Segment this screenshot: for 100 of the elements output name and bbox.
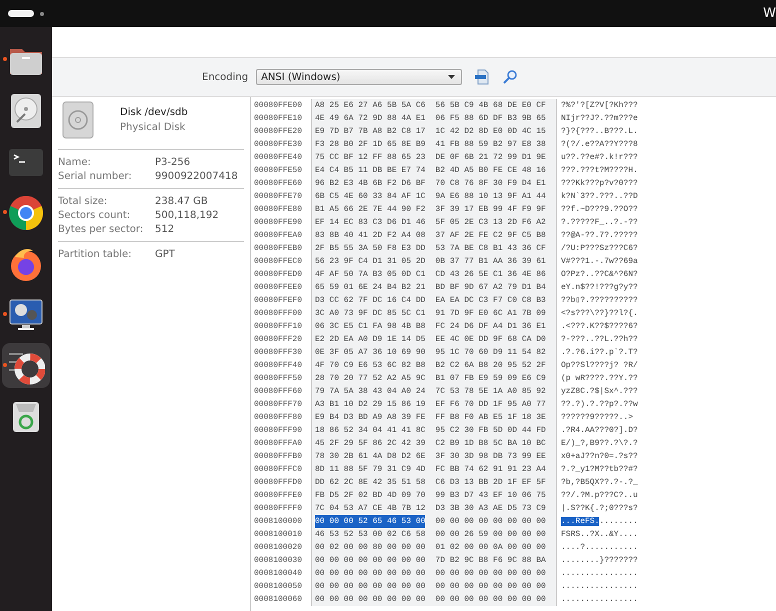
ascii-text[interactable]: (p wR????.??Y.??	[557, 372, 661, 385]
hex-bytes[interactable]: DE 0F 6B 21 72 99 D1 9E	[435, 151, 546, 164]
hex-bytes[interactable]: 56 23 9F C4 D1 31 05 2D	[315, 255, 426, 268]
ascii-text[interactable]: eY.n$??!???g?y??	[557, 281, 661, 294]
hex-bytes[interactable]: A3 B1 10 D2 29 15 86 19	[315, 398, 426, 411]
ascii-text[interactable]: ?.?????F_..?.-??	[557, 216, 661, 229]
round-logo-icon[interactable]	[7, 194, 45, 232]
hex-bytes[interactable]: 00 00 26 59 00 00 00 00	[435, 528, 546, 541]
hex-bytes[interactable]: 45 2F 29 5F 86 2C 42 39	[315, 437, 426, 450]
ascii-text[interactable]: ?.?_y1?M??tb??#?	[557, 463, 661, 476]
ascii-text[interactable]: ??b▯?.??????????	[557, 294, 661, 307]
hex-bytes[interactable]: 95 C2 30 FB 5D 0D 44 FD	[435, 424, 546, 437]
ascii-text[interactable]: yzZ8C.?$|Sx^.???	[557, 385, 661, 398]
hex-bytes[interactable]: 00 00 00 00 00 00 00 00	[435, 515, 546, 528]
ascii-text[interactable]: V#???1.-.7w??69a	[557, 255, 661, 268]
hex-bytes[interactable]: 28 70 20 77 52 A2 A5 9C	[315, 372, 426, 385]
ascii-text[interactable]: E/)_?,B9??.?\?.?	[557, 437, 661, 450]
hex-bytes[interactable]: 53 7A BE C8 B1 43 36 CF	[435, 242, 546, 255]
hex-bytes[interactable]: C6 D3 13 BB 2D 1F EF 5F	[435, 476, 546, 489]
ascii-text[interactable]: ??.?).?.??p?.??w	[557, 398, 661, 411]
ascii-text[interactable]: <?s???\??}??l?{.	[557, 307, 661, 320]
ascii-text[interactable]: O?Pz?..??C&^?6N?	[557, 268, 661, 281]
hex-bytes[interactable]: 4F 70 C9 E6 53 6C 82 B8	[315, 359, 426, 372]
ascii-text[interactable]: .?R4.AA???0?].D?	[557, 424, 661, 437]
hex-bytes[interactable]: 00 00 00 00 00 00 00 00	[315, 554, 426, 567]
hex-bytes[interactable]: F3 28 B0 2F 1D 65 8E B9	[315, 138, 426, 151]
ascii-text[interactable]: ................	[557, 593, 661, 606]
hex-bytes[interactable]: 78 30 2B 61 4A D8 D2 6E	[315, 450, 426, 463]
hex-bytes[interactable]: 41 FB 88 59 B2 97 E8 38	[435, 138, 546, 151]
hex-bytes[interactable]: FF B8 F0 AB E5 1F 18 3E	[435, 411, 546, 424]
hex-bytes[interactable]: 00 00 00 52 65 46 53 00	[315, 515, 426, 528]
ascii-text[interactable]: ??/.?M.p???C?..u	[557, 489, 661, 502]
hex-bytes[interactable]: 0E 3F 05 A7 36 10 69 90	[315, 346, 426, 359]
hex-bytes[interactable]: 3F 39 17 EB 99 4F F9 9F	[435, 203, 546, 216]
hex-bytes[interactable]: 18 86 52 34 04 41 41 8C	[315, 424, 426, 437]
ascii-text[interactable]: ???Kk???p?v?0???	[557, 177, 661, 190]
ascii-text[interactable]: ................	[557, 567, 661, 580]
hex-bytes[interactable]: 1C 42 D2 8D E0 0D 4C 15	[435, 125, 546, 138]
hex-bytes[interactable]: 4F AF 50 7A B3 05 0D C1	[315, 268, 426, 281]
ascii-text[interactable]: |.S??K{.?;0???s?	[557, 502, 661, 515]
hex-bytes[interactable]: E4 C4 B5 11 DB BE E7 74	[315, 164, 426, 177]
ascii-text[interactable]: .<???.K??$????6?	[557, 320, 661, 333]
ascii-text[interactable]: x0+aJ??n?0=.?s??	[557, 450, 661, 463]
hex-bytes[interactable]: 8D 11 88 5F 79 31 C9 4D	[315, 463, 426, 476]
hex-bytes[interactable]: 56 5B C9 4B 68 DE E0 CF	[435, 99, 546, 112]
ascii-text[interactable]: k?N`3??.???..??D	[557, 190, 661, 203]
hex-bytes[interactable]: 01 02 00 00 0A 00 00 00	[435, 541, 546, 554]
ascii-text[interactable]: FSRS..?X..&Y....	[557, 528, 661, 541]
hex-bytes[interactable]: 06 3C E5 C1 FA 98 4B B8	[315, 320, 426, 333]
hex-bytes[interactable]: 00 00 00 00 00 00 00 00	[315, 567, 426, 580]
hex-bytes[interactable]: FC 24 D6 DF A4 D1 36 E1	[435, 320, 546, 333]
ascii-text[interactable]: ??f.~D???9.??O??	[557, 203, 661, 216]
hex-bytes[interactable]: 6B C5 4E 60 33 84 AF 1C	[315, 190, 426, 203]
encoding-dropdown[interactable]: ANSI (Windows)	[256, 69, 462, 85]
hex-bytes[interactable]: 0B 37 77 B1 AA 36 39 61	[435, 255, 546, 268]
ascii-text[interactable]: ................	[557, 580, 661, 593]
hex-bytes[interactable]: 96 B2 E3 4B 6B F2 D6 BF	[315, 177, 426, 190]
ascii-text[interactable]: /?U:P???Sz???C6?	[557, 242, 661, 255]
hex-bytes[interactable]: B2 4D A5 B0 FE CE 48 16	[435, 164, 546, 177]
ascii-text[interactable]: NIjr??J?.??m???e	[557, 112, 661, 125]
hex-bytes[interactable]: A8 25 E6 27 A6 5B 5A C6	[315, 99, 426, 112]
hex-bytes[interactable]: E9 B4 D3 BD A9 A8 39 FE	[315, 411, 426, 424]
hex-bytes[interactable]: 00 02 00 00 80 00 00 00	[315, 541, 426, 554]
hex-bytes[interactable]: 70 C8 76 8F 30 F9 D4 E1	[435, 177, 546, 190]
hex-bytes[interactable]: 00 00 00 00 00 00 00 00	[435, 567, 546, 580]
hex-bytes[interactable]: 2F B5 55 3A 50 F8 E3 DD	[315, 242, 426, 255]
hex-bytes[interactable]: D3 CC 62 7F DC 16 C4 DD	[315, 294, 426, 307]
ascii-text[interactable]: ?%?'?[Z?V[?Kh???	[557, 99, 661, 112]
ascii-text[interactable]: ?(?/.e??A??Y???8	[557, 138, 661, 151]
hex-bytes[interactable]: CD 43 26 5E C1 36 4E 86	[435, 268, 546, 281]
hex-bytes[interactable]: B1 A5 66 2E 7E 44 90 F2	[315, 203, 426, 216]
hex-bytes[interactable]: 00 00 00 00 00 00 00 00	[315, 593, 426, 606]
ascii-text[interactable]: ?-???..??L.??h??	[557, 333, 661, 346]
search-icon[interactable]	[502, 69, 518, 85]
hex-bytes[interactable]: 3C A0 73 9F DC 85 5C C1	[315, 307, 426, 320]
ascii-text[interactable]: u??.??e#?.k!r???	[557, 151, 661, 164]
hex-bytes[interactable]: 3F 30 3D 98 DB 73 99 EE	[435, 450, 546, 463]
hex-bytes[interactable]: 00 00 00 00 00 00 00 00	[435, 580, 546, 593]
hex-bytes[interactable]: 00 00 00 00 00 00 00 00	[315, 580, 426, 593]
ascii-text[interactable]: ....?...........	[557, 541, 661, 554]
hex-bytes[interactable]: 00 00 00 00 00 00 00 00	[435, 593, 546, 606]
hex-bytes[interactable]: 7C 04 53 A7 CE 4B 7B 12	[315, 502, 426, 515]
hex-bytes[interactable]: B2 C2 6A B8 20 95 52 2F	[435, 359, 546, 372]
hex-bytes[interactable]: 06 F5 88 6D DF B3 9B 65	[435, 112, 546, 125]
hex-bytes[interactable]: BD BF 9D 67 A2 79 D1 B4	[435, 281, 546, 294]
document-icon[interactable]	[474, 69, 490, 85]
ascii-text[interactable]: Op??Sl????j? ?R/	[557, 359, 661, 372]
ascii-text[interactable]: ........}???????	[557, 554, 661, 567]
hex-bytes[interactable]: 99 B3 D7 43 EF 10 06 75	[435, 489, 546, 502]
hex-bytes[interactable]: FC BB 74 62 91 91 23 A4	[435, 463, 546, 476]
hex-bytes[interactable]: 7C 53 78 5E 1A A0 85 92	[435, 385, 546, 398]
hex-bytes[interactable]: DD 62 2C 8E 42 35 51 58	[315, 476, 426, 489]
ascii-text[interactable]: ?}?{???..B???.L.	[557, 125, 661, 138]
hex-bytes[interactable]: 37 AF 2E FE C2 9F C5 B8	[435, 229, 546, 242]
hex-bytes[interactable]: E9 7D B7 7B A8 B2 C8 17	[315, 125, 426, 138]
ascii-text[interactable]: .?.?6.i??.p`?.T?	[557, 346, 661, 359]
hex-bytes[interactable]: 46 53 52 53 00 02 C6 58	[315, 528, 426, 541]
hex-bytes[interactable]: EA EA DC C3 F7 C0 C8 B3	[435, 294, 546, 307]
hex-bytes[interactable]: D3 3B 30 A3 AE D5 73 C9	[435, 502, 546, 515]
ascii-text[interactable]: ...ReFS.........	[557, 515, 661, 528]
